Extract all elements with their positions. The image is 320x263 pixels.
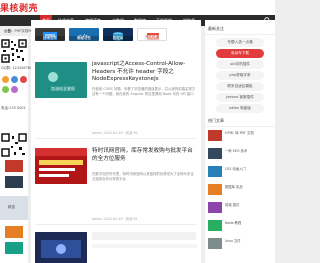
article-thumbnail[interactable]: 加油站全鉴权 xyxy=(35,62,87,98)
hot-item[interactable]: CSS 动画入门 xyxy=(208,166,274,178)
divider xyxy=(35,138,197,139)
right-sidebar: 最新关注 专题入选一点通 电动车下载 ubi中的插件 php获取字条 联系自适应… xyxy=(205,20,275,263)
article-excerpt: 在数字化的时代里，特时讯网官网以其独特的优势成为了全球众多企业选择合作伙伴的平台 xyxy=(92,172,194,181)
tag-pill[interactable]: ubi中的插件 xyxy=(216,60,264,69)
hot-thumbnail xyxy=(208,148,222,159)
article-meta: admin 2024-04-18 · 阅读 85 xyxy=(92,217,138,221)
category-label: 数据库 xyxy=(103,36,133,41)
latest-heading: 最新关注 xyxy=(208,26,224,31)
divider xyxy=(35,224,197,225)
hot-thumbnail xyxy=(208,202,222,213)
category-label: 技术文章 xyxy=(35,36,65,41)
qr-code-image xyxy=(0,132,28,158)
hot-title: 前端 插件 xyxy=(225,203,240,207)
article-list: 技术文章 </> 编程语言 数据库 开发框架 加油站全鉴权 javascript… xyxy=(31,20,201,263)
top-bar: 果核剥壳 xyxy=(0,0,275,15)
hot-item[interactable]: Node 教程 xyxy=(208,220,274,232)
avatar[interactable] xyxy=(11,76,18,83)
avatar[interactable] xyxy=(20,76,27,83)
left-sidebar: QQ群: 123456789 电话:135 0001 精选 xyxy=(0,36,32,263)
hot-item[interactable]: linux 文件 xyxy=(208,238,274,250)
category-tile[interactable]: </> 编程语言 xyxy=(69,28,99,41)
tag-pill[interactable]: 电动车下载 xyxy=(216,49,264,58)
hot-thumbnail xyxy=(208,166,222,177)
category-label: 编程语言 xyxy=(69,36,99,41)
hot-title: Node 教程 xyxy=(225,221,242,225)
ad-caption: 精选 xyxy=(8,205,15,209)
thumbnail-image[interactable] xyxy=(5,242,23,254)
site-logo[interactable]: 果核剥壳 xyxy=(0,1,38,14)
thumbnail-image[interactable] xyxy=(5,226,23,238)
thumbnail-image[interactable] xyxy=(5,160,23,172)
hot-item[interactable]: 数据库 实战 xyxy=(208,184,274,196)
article-excerpt: 在使用 CORS 问题，来看了浏览器的错误提示，并以我的前端实现方法有一个问题，… xyxy=(92,87,196,96)
hot-title: 数据库 实战 xyxy=(225,185,243,189)
article-thumbnail[interactable] xyxy=(35,232,87,263)
hot-title: HTML 转 PDF 文档 xyxy=(225,131,254,135)
hot-thumbnail xyxy=(208,220,222,231)
article-image: 加油站全鉴权 xyxy=(35,62,87,98)
thumbnail-image[interactable] xyxy=(5,176,23,188)
tag-pill[interactable]: php获取字条 xyxy=(216,71,264,80)
hot-item[interactable]: 一种 SEO 技术 xyxy=(208,148,274,160)
tag-pill[interactable]: 联系自适应模板 xyxy=(216,82,264,91)
thumbnail-caption: 加油站全鉴权 xyxy=(51,85,75,91)
contact-qq: QQ群: 123456789 xyxy=(1,66,33,70)
avatar[interactable] xyxy=(11,86,18,93)
category-tile[interactable]: 开发框架 xyxy=(137,28,167,41)
hot-heading: 热门文章 xyxy=(208,118,224,123)
tag-pill[interactable]: Jeeone 客服插件 xyxy=(216,93,264,102)
article-title[interactable]: 特时讯网官网，库存常发收购与批发平台的全方位服务 xyxy=(92,148,196,163)
contact-phone: 电话:135 0001 xyxy=(1,106,26,110)
hot-thumbnail xyxy=(208,184,222,195)
article-image xyxy=(35,148,87,184)
avatar[interactable] xyxy=(2,86,9,93)
divider xyxy=(205,126,275,127)
article-title[interactable] xyxy=(92,232,196,240)
ad-banner[interactable]: 精选 xyxy=(0,196,28,220)
notice-label: 公告： xyxy=(4,29,15,33)
hot-item[interactable]: 前端 插件 xyxy=(208,202,274,214)
category-label: 开发框架 xyxy=(138,35,166,40)
article-excerpt xyxy=(92,244,197,248)
hot-thumbnail xyxy=(208,130,222,141)
hot-item[interactable]: HTML 转 PDF 文档 xyxy=(208,130,274,142)
qr-code-image xyxy=(0,38,28,64)
article-thumbnail[interactable] xyxy=(35,148,87,184)
avatar[interactable] xyxy=(2,76,9,83)
category-tile[interactable]: 数据库 xyxy=(103,28,133,41)
hot-thumbnail xyxy=(208,238,222,249)
divider xyxy=(205,34,275,35)
category-tile[interactable]: 技术文章 xyxy=(35,28,65,41)
article-title[interactable]: javascript之Access-Control-Allow-Headers … xyxy=(92,61,196,84)
hot-title: linux 文件 xyxy=(225,239,241,243)
article-image xyxy=(35,232,87,263)
hot-title: CSS 动画入门 xyxy=(225,167,246,171)
tag-pill[interactable]: 专题入选一点通 xyxy=(216,38,264,47)
article-meta: admin 2024-04-18 · 阅读 99 xyxy=(92,131,138,135)
tag-pill[interactable]: kates 电脑版 xyxy=(216,104,264,113)
hot-title: 一种 SEO 技术 xyxy=(225,149,248,153)
